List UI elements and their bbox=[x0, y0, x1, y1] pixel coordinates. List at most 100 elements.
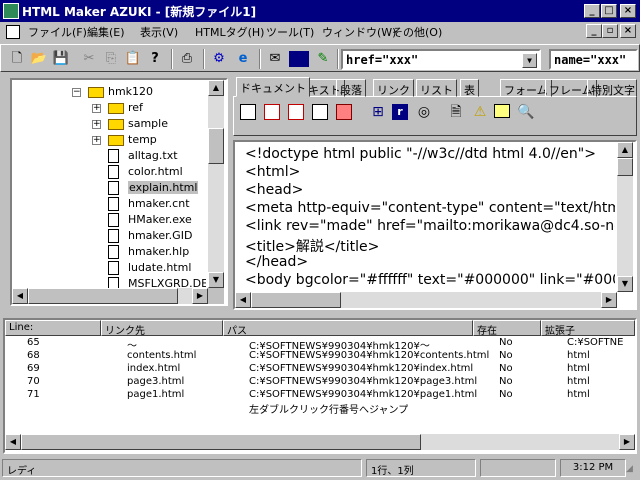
tree-item[interactable]: ludate.html bbox=[12, 260, 206, 276]
table-row[interactable]: 65 〜 C:¥SOFTNEWS¥990304¥hmk120¥〜 No C:¥SOFTN… bbox=[5, 337, 635, 352]
column-header-line[interactable]: Line: bbox=[5, 320, 101, 336]
scroll-left-icon[interactable]: ◀ bbox=[235, 292, 251, 308]
document-icon[interactable] bbox=[6, 25, 20, 39]
editor-line[interactable]: <!doctype html public "-//w3c//dtd html … bbox=[245, 146, 596, 162]
file-tree[interactable]: − hmk120 + ref + sample + temp alltag.txt color.h… bbox=[10, 78, 228, 306]
tab-table[interactable]: 表 bbox=[460, 79, 479, 97]
chevron-down-icon[interactable]: ▼ bbox=[522, 53, 537, 68]
save-icon[interactable]: 💾 bbox=[51, 49, 71, 69]
editor-text[interactable]: <!doctype html public "-//w3c//dtd html … bbox=[235, 142, 615, 292]
href-combo[interactable]: href="xxx" ▼ bbox=[341, 49, 541, 70]
tree-item[interactable]: color.html bbox=[12, 164, 206, 180]
tree-item[interactable]: HMaker.exe bbox=[12, 212, 206, 228]
menu-view[interactable]: 表示(V) bbox=[140, 24, 178, 40]
link-list[interactable]: Line: リンク先 パス 存在 拡張子 65 〜 C:¥SOFTNEWS¥9903… bbox=[3, 318, 637, 454]
scroll-left-icon[interactable]: ◀ bbox=[5, 434, 21, 450]
scroll-thumb[interactable] bbox=[251, 292, 341, 308]
editor-line[interactable]: <head> bbox=[245, 182, 303, 198]
close-button[interactable]: × bbox=[620, 4, 636, 18]
minimize-button[interactable]: _ bbox=[584, 4, 600, 18]
scroll-up-icon[interactable]: ▲ bbox=[617, 142, 633, 158]
tab-paragraph[interactable]: 段落 bbox=[336, 79, 366, 97]
tree-vertical-scrollbar[interactable]: ▲ ▼ bbox=[208, 80, 224, 288]
tree-item[interactable]: hmaker.hlp bbox=[12, 244, 206, 260]
tree-item[interactable]: alltag.txt bbox=[12, 148, 206, 164]
tab-special-chars[interactable]: 特別文字 bbox=[587, 79, 637, 97]
tab-form[interactable]: フォーム bbox=[500, 79, 552, 97]
title-bar[interactable]: HTML Maker AZUKI - [新規ファイル1] _ □ × bbox=[0, 0, 640, 22]
tree-item[interactable]: hmaker.GID bbox=[12, 228, 206, 244]
paste-icon[interactable]: 📋 bbox=[123, 49, 143, 69]
tree-item[interactable]: − hmk120 bbox=[12, 84, 206, 100]
note1-icon[interactable] bbox=[240, 104, 256, 120]
editor-horizontal-scrollbar[interactable]: ◀ ▶ bbox=[235, 292, 617, 308]
name-combo[interactable]: name="xxx" bbox=[549, 49, 638, 70]
r-icon[interactable]: r bbox=[392, 104, 408, 120]
scroll-down-icon[interactable]: ▼ bbox=[617, 276, 633, 292]
tree-horizontal-scrollbar[interactable]: ◀ ▶ bbox=[12, 288, 208, 304]
tab-link[interactable]: リンク bbox=[373, 79, 414, 97]
page-icon[interactable]: 🗎 bbox=[446, 104, 466, 120]
tree-item[interactable]: MSFLXGRD.DEP bbox=[12, 276, 206, 288]
scroll-up-icon[interactable]: ▲ bbox=[208, 80, 224, 96]
app-icon[interactable] bbox=[3, 3, 19, 19]
scroll-left-icon[interactable]: ◀ bbox=[12, 288, 28, 304]
scroll-down-icon[interactable]: ▼ bbox=[208, 272, 224, 288]
menu-tools[interactable]: ツール(T) bbox=[266, 24, 314, 40]
pencil-icon[interactable]: ✎ bbox=[313, 49, 333, 69]
copy-icon[interactable]: ⎘ bbox=[101, 49, 121, 69]
tree-item[interactable]: + temp bbox=[12, 132, 206, 148]
scroll-right-icon[interactable]: ▶ bbox=[619, 434, 635, 450]
menu-other[interactable]: その他(O) bbox=[392, 24, 442, 40]
maximize-button[interactable]: □ bbox=[601, 4, 617, 18]
tree-item[interactable]: + ref bbox=[12, 100, 206, 116]
note-icon[interactable] bbox=[494, 104, 510, 118]
tab-document[interactable]: ドキュメント bbox=[236, 77, 310, 97]
expand-icon[interactable]: + bbox=[92, 120, 101, 129]
editor-line[interactable]: <link rev="made" href="mailto:morikawa@d… bbox=[245, 218, 615, 234]
new-icon[interactable]: 🗋 bbox=[7, 49, 27, 69]
menu-html-tag[interactable]: HTMLタグ(H) bbox=[195, 24, 264, 40]
expand-icon[interactable]: + bbox=[92, 104, 101, 113]
preview-icon[interactable] bbox=[289, 51, 309, 67]
menu-file[interactable]: ファイル(F) bbox=[28, 24, 87, 40]
tree-item[interactable]: hmaker.cnt bbox=[12, 196, 206, 212]
cut-icon[interactable]: ✂ bbox=[79, 49, 99, 69]
scroll-thumb[interactable] bbox=[28, 288, 178, 304]
scroll-right-icon[interactable]: ▶ bbox=[601, 292, 617, 308]
column-header-path[interactable]: パス bbox=[223, 320, 473, 336]
editor-vertical-scrollbar[interactable]: ▲ ▼ bbox=[617, 142, 633, 292]
tree-icon[interactable]: ⊞ bbox=[368, 104, 388, 120]
column-header-extension[interactable]: 拡張子 bbox=[541, 320, 635, 336]
table-row[interactable]: 68 contents.html C:¥SOFTNEWS¥990304¥hmk120… bbox=[5, 350, 635, 363]
mdi-close-button[interactable]: × bbox=[620, 24, 636, 38]
editor-line[interactable]: <meta http-equiv="content-type" content=… bbox=[245, 200, 615, 216]
editor-line[interactable]: <title>解説</title> bbox=[245, 236, 379, 256]
warning-icon[interactable]: ⚠ bbox=[470, 104, 490, 120]
scroll-thumb[interactable] bbox=[617, 158, 633, 176]
note4-icon[interactable] bbox=[312, 104, 328, 120]
column-header-exists[interactable]: 存在 bbox=[473, 320, 541, 336]
html-editor[interactable]: <!doctype html public "-//w3c//dtd html … bbox=[233, 140, 637, 310]
open-icon[interactable]: 📂 bbox=[29, 49, 49, 69]
menu-window[interactable]: ウィンドウ(W) bbox=[322, 24, 396, 40]
mail-icon[interactable]: ✉ bbox=[265, 49, 285, 69]
print-icon[interactable]: ⎙ bbox=[177, 49, 197, 69]
tree-item[interactable]: + sample bbox=[12, 116, 206, 132]
menu-edit[interactable]: 編集(E) bbox=[87, 24, 125, 40]
expand-icon[interactable]: + bbox=[92, 136, 101, 145]
column-header-link-target[interactable]: リンク先 bbox=[101, 320, 223, 336]
search-icon[interactable]: 🔍 bbox=[516, 104, 536, 120]
scroll-thumb[interactable] bbox=[21, 434, 421, 450]
target-icon[interactable]: ◎ bbox=[414, 104, 434, 120]
editor-line[interactable]: <body bgcolor="#ffffff" text="#000000" l… bbox=[245, 272, 615, 288]
table-row[interactable]: 69 index.html C:¥SOFTNEWS¥990304¥hmk120¥in… bbox=[5, 363, 635, 376]
scroll-right-icon[interactable]: ▶ bbox=[192, 288, 208, 304]
tree-item[interactable]: explain.html bbox=[12, 180, 206, 196]
list-horizontal-scrollbar[interactable]: ◀ ▶ bbox=[5, 434, 635, 450]
tools-icon[interactable]: ⚙ bbox=[209, 49, 229, 69]
mdi-restore-button[interactable]: ▫ bbox=[602, 24, 618, 38]
table-row[interactable]: 70 page3.html C:¥SOFTNEWS¥990304¥hmk120¥pa… bbox=[5, 376, 635, 389]
browser-icon[interactable]: e bbox=[233, 49, 253, 69]
note3-icon[interactable] bbox=[288, 104, 304, 120]
